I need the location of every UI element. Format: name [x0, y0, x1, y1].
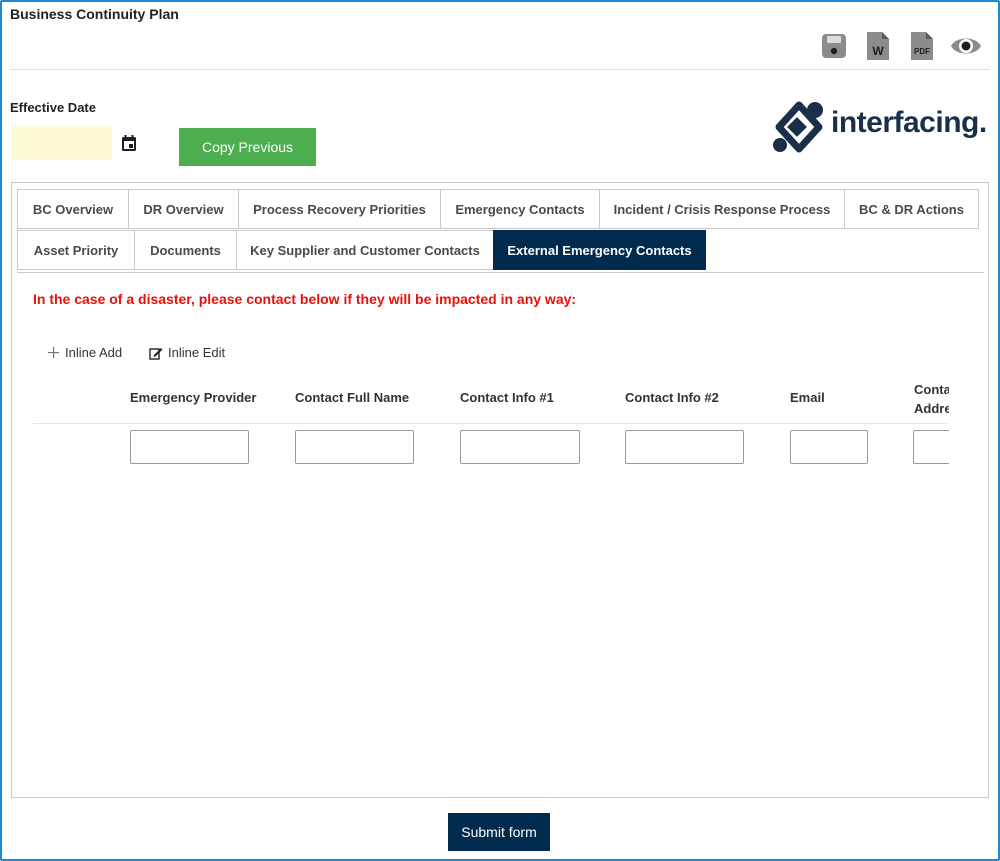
effective-date-label: Effective Date — [10, 100, 96, 115]
pdf-letter: PDF — [914, 47, 930, 56]
tab-bc-overview[interactable]: BC Overview — [17, 189, 129, 229]
plus-icon — [48, 347, 59, 358]
page-title: Business Continuity Plan — [10, 6, 179, 22]
tab-asset-priority[interactable]: Asset Priority — [17, 230, 135, 270]
word-letter: W — [872, 44, 884, 58]
col-contact-address: Conta Addre — [914, 380, 949, 418]
col-contact-address-line1: Conta — [914, 382, 949, 397]
inline-edit-button[interactable]: Inline Edit — [149, 345, 225, 360]
tab-documents[interactable]: Documents — [134, 230, 237, 270]
eye-icon[interactable] — [950, 30, 982, 62]
contact-info-1-input[interactable] — [460, 430, 580, 464]
disaster-notice: In the case of a disaster, please contac… — [33, 291, 577, 307]
tab-external-emergency-contacts[interactable]: External Emergency Contacts — [493, 230, 706, 270]
contact-address-input[interactable] — [913, 430, 949, 464]
tab-bc-dr-actions[interactable]: BC & DR Actions — [844, 189, 979, 229]
form-panel: BC Overview DR Overview Process Recovery… — [11, 182, 989, 798]
col-contact-full-name: Contact Full Name — [295, 390, 410, 405]
contact-full-name-input[interactable] — [295, 430, 414, 464]
copy-previous-button[interactable]: Copy Previous — [179, 128, 316, 166]
header-divider — [10, 69, 990, 70]
contact-info-2-input[interactable] — [625, 430, 744, 464]
tab-dr-overview[interactable]: DR Overview — [128, 189, 239, 229]
tab-process-recovery-priorities[interactable]: Process Recovery Priorities — [238, 189, 441, 229]
col-email: Email — [790, 390, 825, 405]
logo-text: interfacing. — [831, 106, 987, 139]
tab-incident-crisis-response[interactable]: Incident / Crisis Response Process — [599, 189, 845, 229]
pdf-export-icon[interactable]: PDF — [908, 30, 936, 62]
tab-bar: BC Overview DR Overview Process Recovery… — [17, 189, 984, 273]
col-emergency-provider: Emergency Provider — [130, 390, 257, 405]
word-export-icon[interactable]: W — [864, 30, 892, 62]
tab-emergency-contacts[interactable]: Emergency Contacts — [440, 189, 600, 229]
email-input[interactable] — [790, 430, 868, 464]
col-contact-info-2: Contact Info #2 — [625, 390, 719, 405]
inline-edit-label: Inline Edit — [168, 345, 226, 360]
save-icon[interactable] — [820, 30, 848, 62]
tab-key-supplier-customer-contacts[interactable]: Key Supplier and Customer Contacts — [236, 230, 494, 270]
edit-icon — [149, 347, 163, 360]
col-contact-address-line2: Addre — [914, 401, 949, 416]
col-contact-info-1: Contact Info #1 — [460, 390, 554, 405]
inline-add-label: Inline Add — [65, 345, 123, 360]
emergency-provider-input[interactable] — [130, 430, 249, 464]
inline-add-button[interactable]: Inline Add — [47, 345, 122, 360]
interfacing-logo: interfacing. — [771, 100, 987, 155]
submit-form-button[interactable]: Submit form — [448, 813, 550, 851]
calendar-icon[interactable] — [121, 135, 137, 152]
grid-viewport: Emergency Provider Contact Full Name Con… — [12, 373, 949, 483]
effective-date-input[interactable] — [12, 126, 112, 160]
grid-header-divider — [33, 423, 948, 424]
